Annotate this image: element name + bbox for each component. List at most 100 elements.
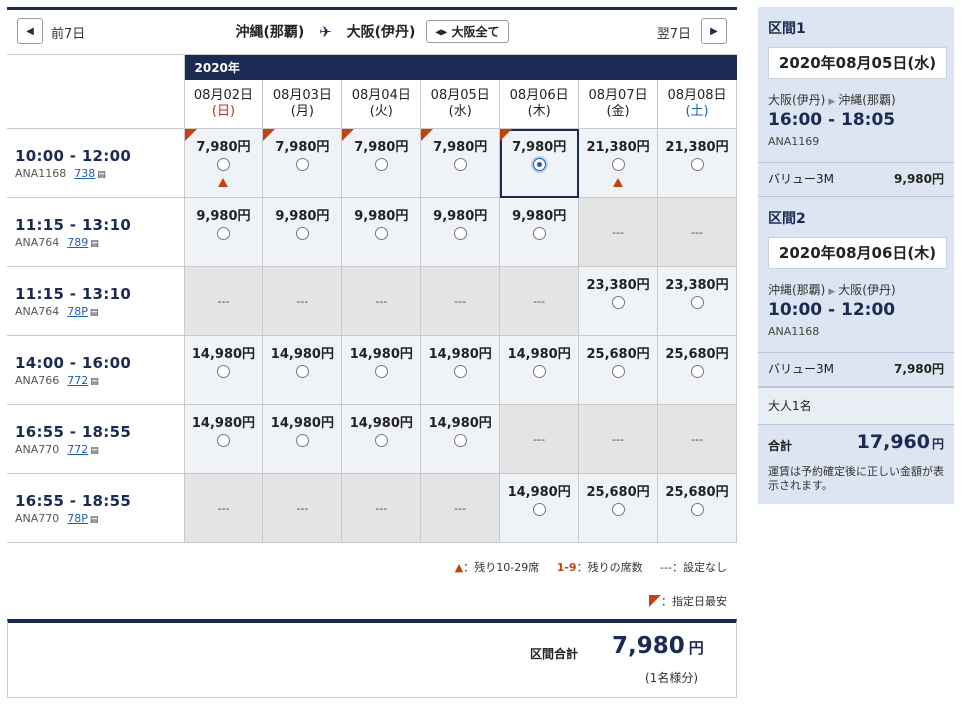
next-week-button[interactable]: ▶ bbox=[701, 18, 727, 44]
aircraft-link[interactable]: 772 bbox=[67, 443, 88, 456]
fare-radio[interactable] bbox=[453, 365, 467, 378]
fare-radio[interactable] bbox=[295, 227, 309, 240]
fare-price: 9,980円 bbox=[354, 209, 409, 224]
aircraft-link[interactable]: 772 bbox=[67, 374, 88, 387]
unavailable-mark: --- bbox=[612, 432, 625, 446]
fare-cell[interactable]: 14,980円 bbox=[341, 335, 422, 405]
flight-selection-panel: ◀ 前7日 沖縄(那覇) ✈ 大阪(伊丹) ◂▸ 大阪全て 翌7日 ▶ 2020… bbox=[7, 7, 737, 698]
flight-row: 11:15 - 13:10 ANA764 78P ▤ --- --- --- --- --- 23… bbox=[7, 266, 737, 336]
fare-cell[interactable]: 7,980円 bbox=[499, 128, 580, 198]
fare-cell[interactable]: 25,680円 bbox=[657, 473, 737, 543]
fare-radio[interactable] bbox=[611, 365, 625, 378]
unavailable-mark: --- bbox=[691, 225, 703, 239]
fare-cell[interactable]: 14,980円 bbox=[499, 473, 580, 543]
fare-cell[interactable]: 14,980円 bbox=[341, 404, 422, 474]
fare-cell-unavailable: --- bbox=[183, 266, 264, 336]
fare-radio[interactable] bbox=[532, 158, 546, 171]
segment-1-fare: バリュー3M 9,980円 bbox=[758, 162, 954, 196]
legend-seats: ▲：残り10-29席 1-9：残りの席数 ---：設定なし bbox=[7, 559, 727, 575]
aircraft-link[interactable]: 738 bbox=[74, 167, 95, 180]
fare-cell-unavailable: --- bbox=[657, 404, 737, 474]
fare-radio[interactable] bbox=[690, 365, 704, 378]
seatmap-icon[interactable]: ▤ bbox=[90, 446, 99, 456]
fare-radio[interactable] bbox=[611, 158, 625, 171]
flight-time: 16:55 - 18:55 bbox=[15, 491, 132, 510]
seatmap-icon[interactable]: ▤ bbox=[90, 308, 99, 318]
fare-radio[interactable] bbox=[374, 227, 388, 240]
fare-radio[interactable] bbox=[611, 296, 625, 309]
fare-cell[interactable]: 7,980円 bbox=[420, 128, 501, 198]
fare-cell[interactable]: 14,980円 bbox=[183, 404, 264, 474]
fare-radio[interactable] bbox=[374, 434, 388, 447]
fare-radio[interactable] bbox=[374, 365, 388, 378]
fare-cell[interactable]: 7,980円 bbox=[183, 128, 264, 198]
fare-radio[interactable] bbox=[216, 158, 230, 171]
fare-radio[interactable] bbox=[532, 503, 546, 516]
seatmap-icon[interactable]: ▤ bbox=[90, 377, 99, 387]
fare-cell[interactable]: 14,980円 bbox=[183, 335, 264, 405]
fare-cell[interactable]: 23,380円 bbox=[657, 266, 737, 336]
fare-radio[interactable] bbox=[690, 296, 704, 309]
fare-cell-unavailable: --- bbox=[341, 266, 422, 336]
day-of-week-label: (木) bbox=[527, 104, 551, 119]
fare-cell-unavailable: --- bbox=[499, 266, 580, 336]
fare-cell[interactable]: 21,380円 bbox=[578, 128, 659, 198]
fare-price: 14,980円 bbox=[191, 347, 256, 362]
seatmap-icon[interactable]: ▤ bbox=[90, 239, 99, 249]
fare-cell[interactable]: 14,980円 bbox=[262, 335, 343, 405]
fare-cell[interactable]: 7,980円 bbox=[262, 128, 343, 198]
fare-cell[interactable]: 9,980円 bbox=[499, 197, 580, 267]
fare-radio[interactable] bbox=[532, 227, 546, 240]
fare-cell[interactable]: 9,980円 bbox=[420, 197, 501, 267]
all-airports-button[interactable]: ◂▸ 大阪全て bbox=[426, 20, 509, 43]
flight-number-line: ANA764 78P ▤ bbox=[15, 305, 184, 318]
fare-cell[interactable]: 23,380円 bbox=[578, 266, 659, 336]
flight-time: 11:15 - 13:10 bbox=[15, 215, 132, 234]
fare-radio[interactable] bbox=[453, 227, 467, 240]
fare-cell[interactable]: 9,980円 bbox=[341, 197, 422, 267]
grand-total-value: 17,960 bbox=[856, 431, 930, 453]
fare-cell[interactable]: 9,980円 bbox=[183, 197, 264, 267]
fare-radio[interactable] bbox=[374, 158, 388, 171]
fare-radio[interactable] bbox=[216, 365, 230, 378]
fare-cell[interactable]: 7,980円 bbox=[341, 128, 422, 198]
fare-radio[interactable] bbox=[532, 365, 546, 378]
fare-cell[interactable]: 25,680円 bbox=[578, 335, 659, 405]
fare-cell[interactable]: 25,680円 bbox=[578, 473, 659, 543]
fare-radio[interactable] bbox=[453, 434, 467, 447]
fare-price: 9,980円 bbox=[275, 209, 330, 224]
aircraft-link[interactable]: 78P bbox=[67, 512, 88, 525]
fare-price: 23,380円 bbox=[586, 278, 650, 293]
fare-radio[interactable] bbox=[690, 158, 704, 171]
fare-radio[interactable] bbox=[216, 227, 230, 240]
fare-cell[interactable]: 14,980円 bbox=[262, 404, 343, 474]
passenger-count: 大人1名 bbox=[758, 387, 954, 424]
fare-cell[interactable]: 14,980円 bbox=[420, 335, 501, 405]
segment-1-fare-price: 9,980円 bbox=[894, 172, 944, 186]
fare-cell[interactable]: 21,380円 bbox=[657, 128, 737, 198]
fare-cell[interactable]: 25,680円 bbox=[657, 335, 737, 405]
date-label: 08月05日 bbox=[430, 88, 490, 103]
next-week-label[interactable]: 翌7日 bbox=[657, 23, 691, 42]
arrow-right-icon: ▶ bbox=[828, 97, 836, 107]
cheapest-flag-icon bbox=[342, 129, 355, 141]
fare-radio[interactable] bbox=[295, 434, 309, 447]
aircraft-link[interactable]: 789 bbox=[67, 236, 88, 249]
legend-few-code: 1-9 bbox=[556, 561, 577, 574]
fare-cell[interactable]: 14,980円 bbox=[420, 404, 501, 474]
fare-radio[interactable] bbox=[216, 434, 230, 447]
aircraft-link[interactable]: 78P bbox=[67, 305, 88, 318]
fare-radio[interactable] bbox=[611, 503, 625, 516]
fare-radio[interactable] bbox=[690, 503, 704, 516]
seatmap-icon[interactable]: ▤ bbox=[90, 515, 99, 525]
fare-cell[interactable]: 14,980円 bbox=[499, 335, 580, 405]
fare-cell[interactable]: 9,980円 bbox=[262, 197, 343, 267]
seatmap-icon[interactable]: ▤ bbox=[97, 170, 106, 180]
fare-radio[interactable] bbox=[295, 158, 309, 171]
flight-row: 16:55 - 18:55 ANA770 772 ▤ 14,980円 14,980円 14,… bbox=[7, 404, 737, 474]
fare-radio[interactable] bbox=[453, 158, 467, 171]
date-header: 08月06日 (木) bbox=[499, 79, 580, 129]
cheapest-flag-icon bbox=[263, 129, 276, 141]
fare-radio[interactable] bbox=[295, 365, 309, 378]
segment-1-time: 16:00 - 18:05 bbox=[768, 110, 896, 130]
